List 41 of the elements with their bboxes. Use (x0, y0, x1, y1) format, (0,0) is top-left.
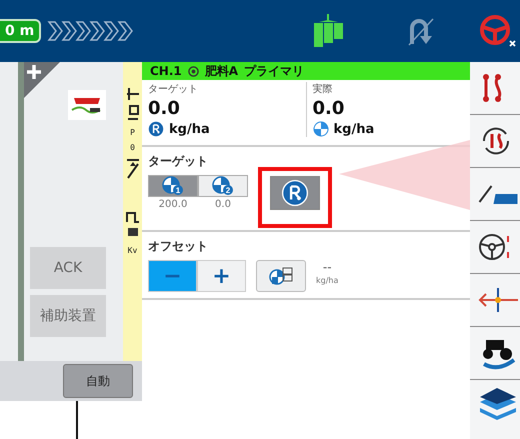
offset-unit: kg/ha (316, 276, 338, 285)
prescription-button[interactable] (270, 176, 320, 210)
role-label: プライマリ (244, 62, 304, 80)
strip-label: P (130, 128, 135, 137)
prescription-icon (148, 121, 164, 137)
nudge-icon (478, 288, 518, 312)
prescription-icon (282, 180, 308, 206)
offset-step-button[interactable]: + (197, 260, 246, 292)
product-label: 肥料A (204, 62, 238, 80)
implement-icon[interactable] (314, 14, 344, 48)
readout-unit: kg/ha (169, 122, 210, 136)
preset-value: 200.0 (158, 199, 188, 210)
section-title: オフセット (148, 238, 209, 255)
add-corner-icon[interactable] (24, 62, 60, 98)
rate-icon (312, 121, 328, 137)
slope-icon (126, 158, 140, 180)
preset-button[interactable]: 1 (148, 175, 198, 197)
u-turn-icon[interactable] (406, 16, 436, 46)
preset-value: 0.0 (215, 199, 231, 210)
readout-value: 0.0 (148, 98, 181, 119)
marker-line (76, 401, 78, 439)
offset-value: -- (322, 260, 332, 274)
strip-label: 0 (130, 143, 135, 152)
side-button[interactable]: ACK (30, 247, 106, 289)
map-icon (478, 184, 518, 204)
offset-icon (269, 266, 293, 286)
readout-value: 0.0 (312, 98, 346, 119)
readout-unit: kg/ha (334, 122, 374, 136)
offset-settings-button[interactable] (256, 260, 306, 292)
distance-badge: 0 m (0, 19, 42, 43)
readout-label: ターゲット (148, 83, 199, 96)
spreader-icon (68, 90, 106, 120)
readout-label: 実際 (312, 82, 334, 96)
section-title: ターゲット (148, 153, 209, 170)
steering-wheel-icon (478, 232, 512, 262)
hitch-icon (126, 86, 140, 122)
auto-button[interactable]: 自動 (63, 364, 133, 398)
strip-label: Kv (128, 246, 138, 255)
channel-label: CH.1 (150, 64, 182, 78)
preset-button[interactable]: 2 (198, 175, 248, 197)
side-button[interactable]: 補助装置 (30, 295, 106, 337)
